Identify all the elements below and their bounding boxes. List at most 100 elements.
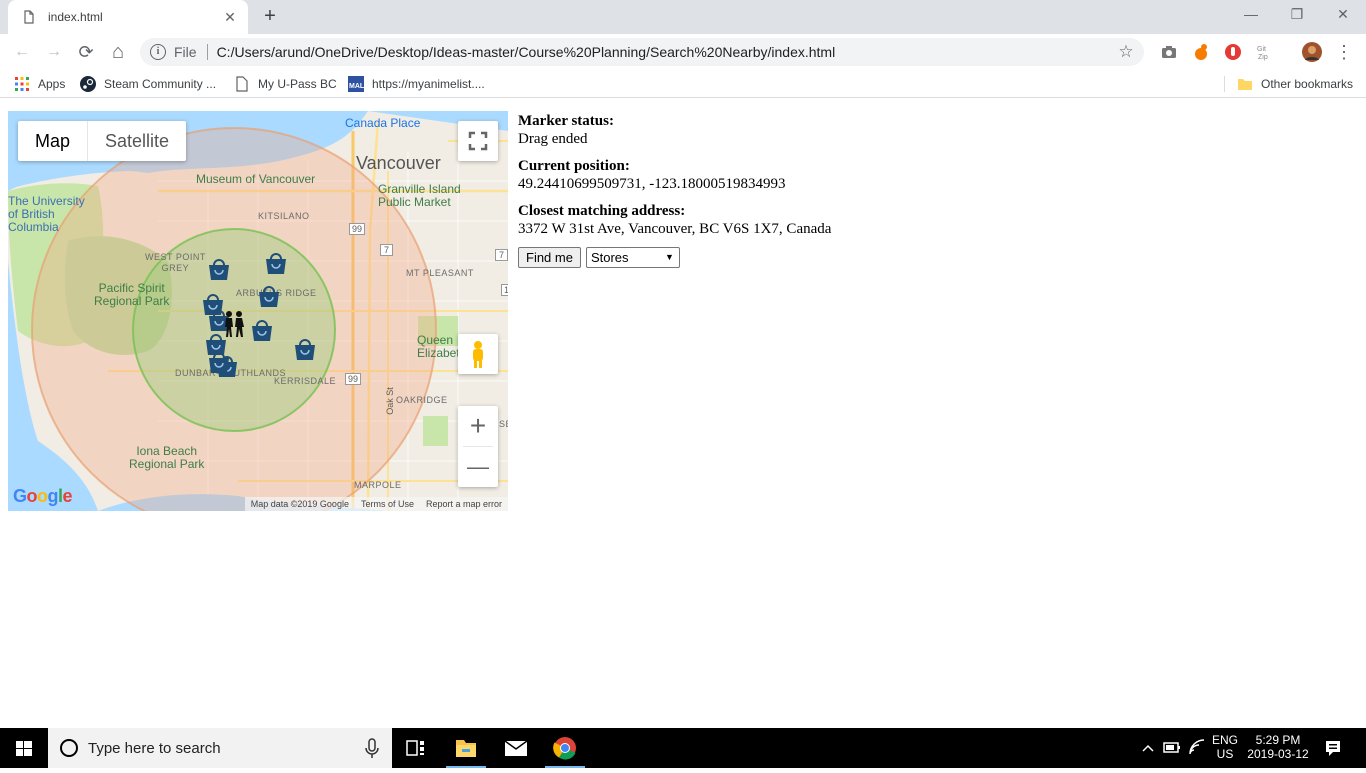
taskbar-search[interactable]: Type here to search	[48, 728, 392, 768]
highway-99-shield: 99	[349, 223, 366, 235]
store-marker-icon[interactable]	[256, 283, 282, 309]
report-error-link[interactable]: Report a map error	[420, 497, 508, 511]
google-map[interactable]: Canada Place Vancouver Museum of Vancouv…	[8, 111, 508, 511]
fullscreen-icon	[468, 131, 488, 151]
red-extension-icon[interactable]	[1223, 42, 1243, 62]
highway-99-shield: 99	[345, 373, 362, 385]
restore-button[interactable]: ❐	[1274, 0, 1320, 30]
mail-icon	[504, 740, 528, 756]
gitzip-extension-icon[interactable]: Git Zip	[1255, 42, 1275, 62]
find-me-button[interactable]: Find me	[518, 247, 581, 268]
closest-address-heading: Closest matching address:	[518, 203, 686, 219]
store-marker-icon[interactable]	[206, 256, 232, 282]
store-marker-icon[interactable]	[292, 336, 318, 362]
bookmark-steam[interactable]: Steam Community ...	[80, 75, 216, 93]
bookmark-label: Steam Community ...	[104, 77, 217, 91]
bookmark-myanimelist[interactable]: MAL https://myanimelist....	[348, 75, 485, 93]
action-center-button[interactable]	[1318, 728, 1348, 768]
pegman-icon	[473, 341, 483, 368]
back-button[interactable]: ←	[10, 40, 34, 64]
google-logo[interactable]: Google	[13, 486, 73, 507]
bookmark-upass[interactable]: My U-Pass BC	[234, 75, 337, 93]
start-button[interactable]	[0, 728, 48, 768]
fullscreen-button[interactable]	[458, 121, 498, 161]
mal-icon: MAL	[348, 76, 364, 92]
new-tab-button[interactable]: +	[258, 5, 282, 29]
terms-link[interactable]: Terms of Use	[355, 497, 420, 511]
chrome-taskbar-button[interactable]	[541, 728, 589, 768]
bookmark-label: Apps	[38, 77, 66, 91]
wifi-icon	[1189, 739, 1205, 755]
tab-title: index.html	[48, 10, 103, 24]
tab-close-icon[interactable]: ✕	[222, 9, 238, 25]
bookmark-apps[interactable]: Apps	[14, 75, 65, 93]
bookmark-label: My U-Pass BC	[258, 77, 337, 91]
camera-extension-icon[interactable]	[1159, 42, 1179, 62]
region-text: US	[1216, 747, 1234, 761]
search-controls: Find me Stores ▼	[518, 247, 680, 268]
file-explorer-taskbar-button[interactable]	[442, 728, 490, 768]
minimize-button[interactable]: —	[1228, 0, 1274, 30]
chrome-menu-button[interactable]: ⋮	[1332, 40, 1356, 64]
profile-avatar[interactable]	[1302, 42, 1322, 62]
bookmark-label: https://myanimelist....	[372, 77, 485, 91]
forward-button[interactable]: →	[42, 40, 66, 64]
divider	[1224, 76, 1225, 92]
orange-extension-icon[interactable]	[1191, 42, 1211, 62]
zoom-out-button[interactable]: —	[458, 447, 498, 487]
store-marker-icon[interactable]	[206, 349, 232, 375]
label-granville-island: Granville Island Public Market	[378, 182, 461, 209]
battery-tray-button[interactable]	[1160, 728, 1184, 768]
label-west-point-grey: WEST POINT GREY	[145, 252, 206, 273]
windows-logo-icon	[16, 741, 32, 756]
map-type-control: Map Satellite	[18, 121, 187, 161]
map-type-map-button[interactable]: Map	[18, 121, 89, 161]
clock-time: 5:29 PM	[1255, 733, 1301, 747]
url-text[interactable]: C:/Users/arund/OneDrive/Desktop/Ideas-ma…	[217, 44, 1114, 60]
info-icon[interactable]: i	[150, 44, 166, 60]
close-window-button[interactable]: ✕	[1320, 0, 1366, 30]
highway-1-shield: 1	[501, 284, 508, 296]
home-button[interactable]: ⌂	[106, 40, 130, 64]
language-text: ENG	[1211, 733, 1238, 747]
zoom-in-button[interactable]: +	[458, 406, 498, 446]
clock[interactable]: 5:29 PM 2019-03-12	[1244, 728, 1312, 768]
bookmark-label: Other bookmarks	[1261, 77, 1354, 91]
browser-tab[interactable]: index.html ✕	[8, 0, 248, 34]
label-oakridge: OAKRIDGE	[396, 395, 448, 405]
store-marker-icon[interactable]	[249, 317, 275, 343]
marker-status-heading: Marker status:	[518, 113, 614, 129]
windows-taskbar: Type here to search ENG US 5:29 PM 2019-…	[0, 728, 1366, 768]
divider	[206, 44, 208, 60]
bookmark-star-icon[interactable]: ☆	[1114, 42, 1138, 62]
task-view-button[interactable]	[392, 728, 440, 768]
label-kerrisdale: KERRISDALE	[274, 376, 337, 386]
notification-icon	[1326, 741, 1340, 756]
apps-grid-icon	[15, 77, 29, 91]
store-marker-icon[interactable]	[263, 250, 289, 276]
mail-taskbar-button[interactable]	[492, 728, 540, 768]
address-bar[interactable]: i File C:/Users/arund/OneDrive/Desktop/I…	[140, 38, 1144, 66]
cortana-icon	[60, 739, 78, 757]
show-hidden-icons-button[interactable]	[1138, 728, 1158, 768]
scheme-label: File	[174, 44, 197, 60]
network-tray-button[interactable]	[1186, 728, 1208, 768]
chrome-icon	[553, 737, 576, 760]
map-type-satellite-button[interactable]: Satellite	[88, 121, 186, 161]
other-bookmarks[interactable]: Other bookmarks	[1237, 75, 1353, 93]
street-view-pegman[interactable]	[458, 334, 498, 374]
info-panel: Marker status: Drag ended Current positi…	[518, 112, 831, 247]
microphone-icon[interactable]	[352, 728, 392, 768]
browser-toolbar: ← → ⟳ ⌂ i File C:/Users/arund/OneDrive/D…	[0, 34, 1366, 70]
label-canada-place: Canada Place	[345, 116, 421, 130]
taskbar-search-placeholder: Type here to search	[88, 739, 221, 757]
category-select[interactable]: Stores ▼	[585, 247, 680, 268]
input-language-button[interactable]: ENG US	[1210, 728, 1240, 768]
folder-icon	[1238, 79, 1252, 90]
svg-text:Zip: Zip	[1258, 54, 1268, 61]
user-location-marker-icon[interactable]	[221, 310, 247, 338]
steam-icon	[80, 76, 96, 92]
reload-button[interactable]: ⟳	[74, 40, 98, 64]
current-position-value: 49.24410699509731, -123.18000519834993	[518, 176, 786, 192]
label-pacific-spirit: Pacific Spirit Regional Park	[94, 281, 170, 308]
